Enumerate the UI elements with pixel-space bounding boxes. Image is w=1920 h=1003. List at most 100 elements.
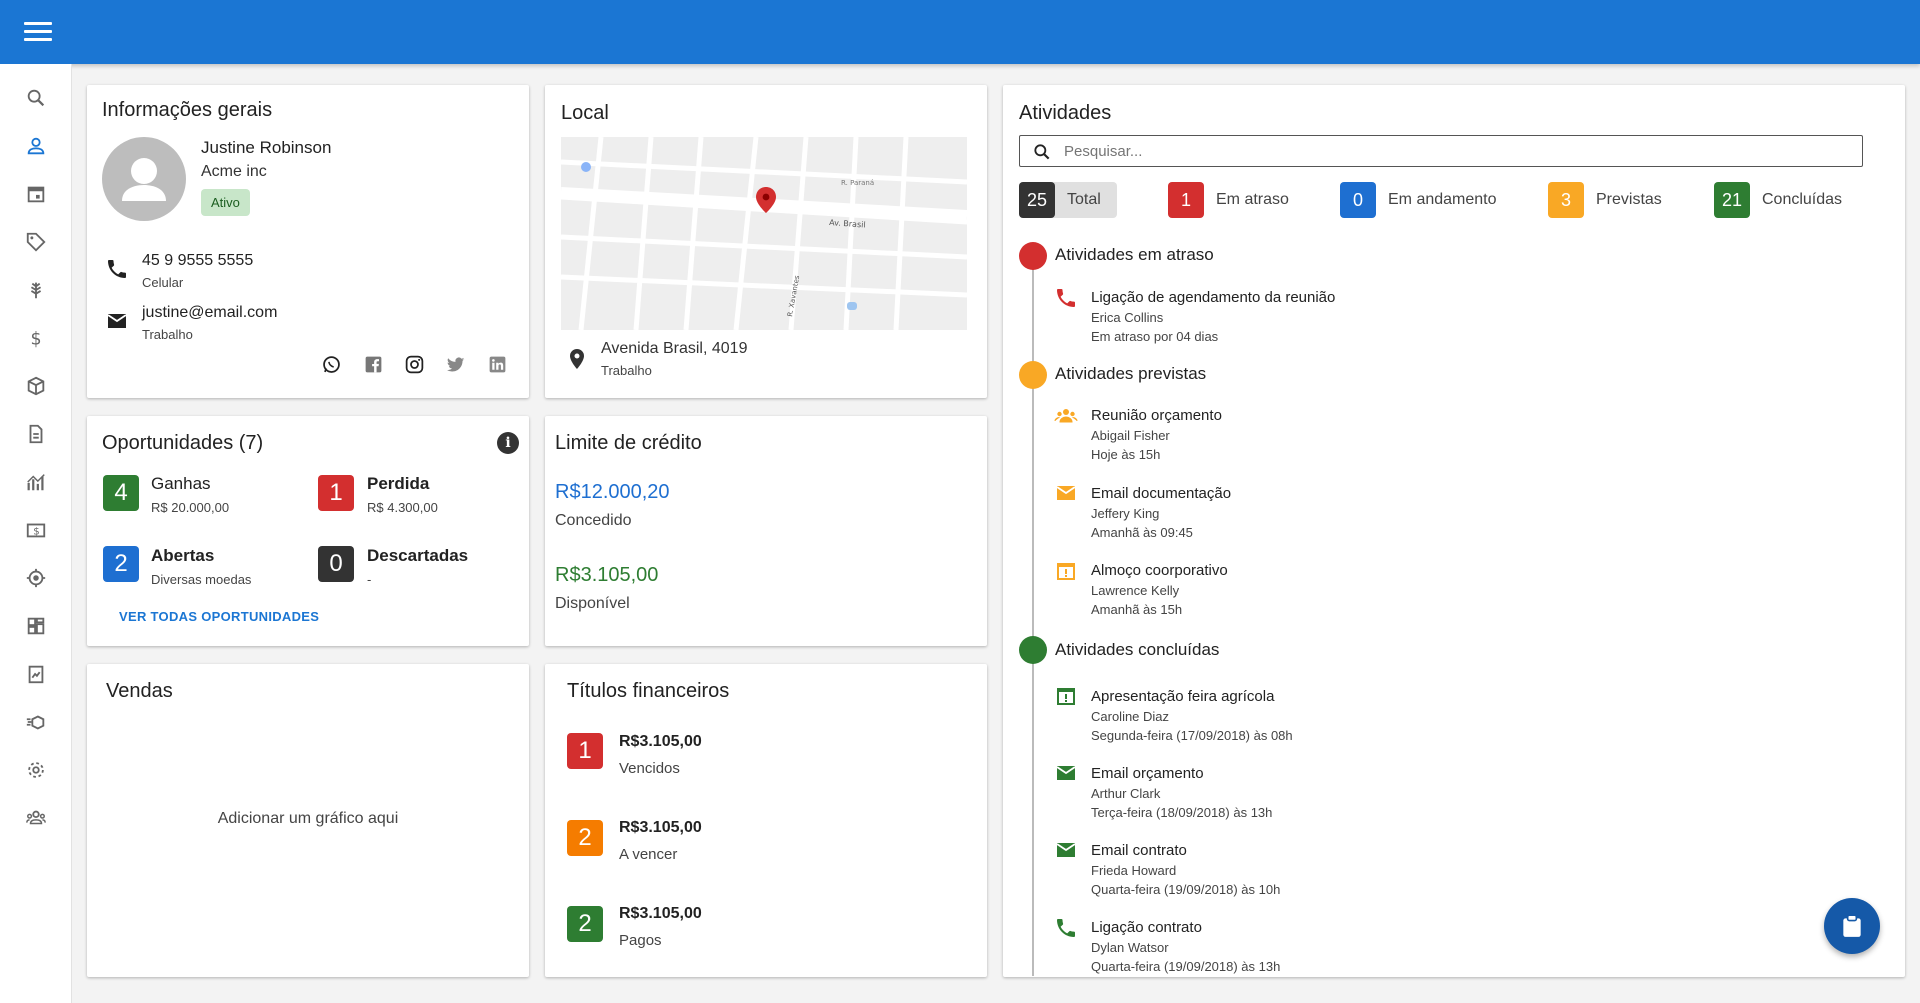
card-title: Local — [561, 102, 609, 124]
dashboard-icon[interactable] — [20, 610, 52, 642]
company-name: Acme inc — [201, 163, 267, 180]
filter-label: Concluídas — [1762, 191, 1843, 208]
due-count: 2 — [567, 820, 603, 856]
twitter-icon[interactable] — [445, 354, 466, 380]
search-icon[interactable] — [20, 82, 52, 114]
location-card: Local Av. Brasil R. Xavantes R. Paraná A… — [545, 85, 987, 398]
activity-title[interactable]: Email documentação — [1091, 485, 1231, 502]
phone-type: Celular — [142, 275, 184, 290]
whatsapp-icon[interactable] — [321, 354, 342, 380]
instagram-icon[interactable] — [404, 354, 425, 380]
credit-limit-card: Limite de crédito R$12.000,20 Concedido … — [545, 416, 987, 646]
email-type: Trabalho — [142, 327, 193, 342]
activity-when: Hoje às 15h — [1091, 447, 1161, 462]
phone-icon — [105, 257, 129, 286]
filter-label: Em andamento — [1388, 191, 1497, 208]
granted-value: R$12.000,20 — [555, 481, 670, 503]
activity-title[interactable]: Reunião orçamento — [1091, 407, 1222, 424]
activity-title[interactable]: Email contrato — [1091, 842, 1187, 859]
menu-icon[interactable] — [22, 18, 54, 46]
activity-when: Quarta-feira (19/09/2018) às 10h — [1091, 882, 1281, 897]
paid-value: R$3.105,00 — [619, 905, 702, 922]
won-count: 4 — [103, 475, 139, 511]
chart-placeholder: Adicionar um gráfico aqui — [217, 810, 399, 827]
activity-person: Lawrence Kelly — [1091, 583, 1180, 598]
document-icon[interactable] — [20, 418, 52, 450]
email-icon — [1054, 761, 1078, 790]
info-icon[interactable]: i — [497, 432, 519, 454]
report-icon[interactable] — [20, 658, 52, 690]
phone-icon — [1054, 916, 1078, 945]
activity-title[interactable]: Email orçamento — [1091, 765, 1204, 782]
filter-in-progress[interactable]: 0 Em andamento — [1340, 182, 1515, 218]
calendar-alert-icon — [1054, 684, 1078, 713]
filter-overdue[interactable]: 1 Em atraso — [1168, 182, 1308, 218]
email-icon — [1054, 481, 1078, 510]
email-address[interactable]: justine@email.com — [142, 304, 277, 322]
paid-count: 2 — [567, 906, 603, 942]
activities-search-input[interactable] — [1064, 140, 1844, 162]
activity-when: Segunda-feira (17/09/2018) às 08h — [1091, 728, 1293, 743]
activity-title[interactable]: Ligação contrato — [1091, 919, 1202, 936]
card-title: Vendas — [106, 680, 173, 702]
timeline-dot-overdue — [1019, 242, 1047, 270]
overdue-value: R$3.105,00 — [619, 733, 702, 750]
address[interactable]: Avenida Brasil, 4019 — [601, 340, 747, 358]
filter-label: Em atraso — [1216, 191, 1289, 208]
dollar-icon[interactable]: $ — [20, 322, 52, 354]
calendar-alert-icon — [1054, 559, 1078, 588]
view-all-opportunities-link[interactable]: VER TODAS OPORTUNIDADES — [119, 609, 319, 624]
overdue-label: Vencidos — [619, 760, 680, 777]
search-icon — [1034, 144, 1050, 160]
tag-icon[interactable] — [20, 226, 52, 258]
activity-person: Erica Collins — [1091, 310, 1164, 325]
phone-number[interactable]: 45 9 9555 5555 — [142, 252, 253, 270]
location-pin-icon — [565, 347, 589, 376]
sales-card: Vendas Adicionar um gráfico aqui — [87, 664, 529, 977]
clipboard-fab-button[interactable] — [1824, 898, 1880, 954]
activity-title[interactable]: Ligação de agendamento da reunião — [1091, 289, 1335, 306]
filter-completed[interactable]: 21 Concluídas — [1714, 182, 1864, 218]
filter-planned[interactable]: 3 Previstas — [1548, 182, 1688, 218]
activity-title[interactable]: Apresentação feira agrícola — [1091, 688, 1274, 705]
grain-icon[interactable] — [20, 274, 52, 306]
activity-person: Arthur Clark — [1091, 786, 1161, 801]
facebook-icon[interactable] — [363, 354, 384, 380]
activity-person: Abigail Fisher — [1091, 428, 1170, 443]
app-bar — [0, 0, 1920, 64]
chart-icon[interactable] — [20, 466, 52, 498]
team-icon[interactable] — [20, 802, 52, 834]
group-icon — [1054, 404, 1078, 433]
overdue-count: 1 — [567, 733, 603, 769]
person-icon[interactable] — [20, 130, 52, 162]
group-title: Atividades previstas — [1055, 364, 1207, 383]
phone-icon — [1054, 286, 1078, 315]
target-icon[interactable] — [20, 562, 52, 594]
calendar-icon[interactable] — [20, 178, 52, 210]
card-title: Títulos financeiros — [567, 680, 730, 702]
settings-icon[interactable] — [20, 754, 52, 786]
lost-value: R$ 4.300,00 — [367, 500, 438, 515]
activity-when: Quarta-feira (19/09/2018) às 13h — [1091, 959, 1281, 974]
delivery-icon[interactable] — [20, 706, 52, 738]
discarded-value: - — [367, 572, 372, 587]
svg-text:$: $ — [33, 527, 39, 538]
filter-count: 21 — [1714, 182, 1750, 218]
activity-title[interactable]: Almoço coorporativo — [1091, 562, 1228, 579]
email-icon — [1054, 838, 1078, 867]
filter-count: 3 — [1548, 182, 1584, 218]
svg-text:$: $ — [31, 329, 42, 349]
filter-count: 25 — [1019, 182, 1055, 218]
avatar — [102, 137, 186, 221]
email-icon — [105, 309, 129, 338]
linkedin-icon[interactable] — [487, 354, 508, 380]
financial-titles-card: Títulos financeiros 1 R$3.105,00 Vencido… — [545, 664, 987, 977]
paid-label: Pagos — [619, 932, 662, 949]
filter-count: 1 — [1168, 182, 1204, 218]
filter-total[interactable]: 25 Total — [1019, 182, 1117, 218]
won-label: Ganhas — [151, 474, 211, 493]
money-icon[interactable]: $ — [20, 514, 52, 546]
open-count: 2 — [103, 546, 139, 582]
box-icon[interactable] — [20, 370, 52, 402]
map[interactable]: Av. Brasil R. Xavantes R. Paraná — [561, 137, 967, 330]
